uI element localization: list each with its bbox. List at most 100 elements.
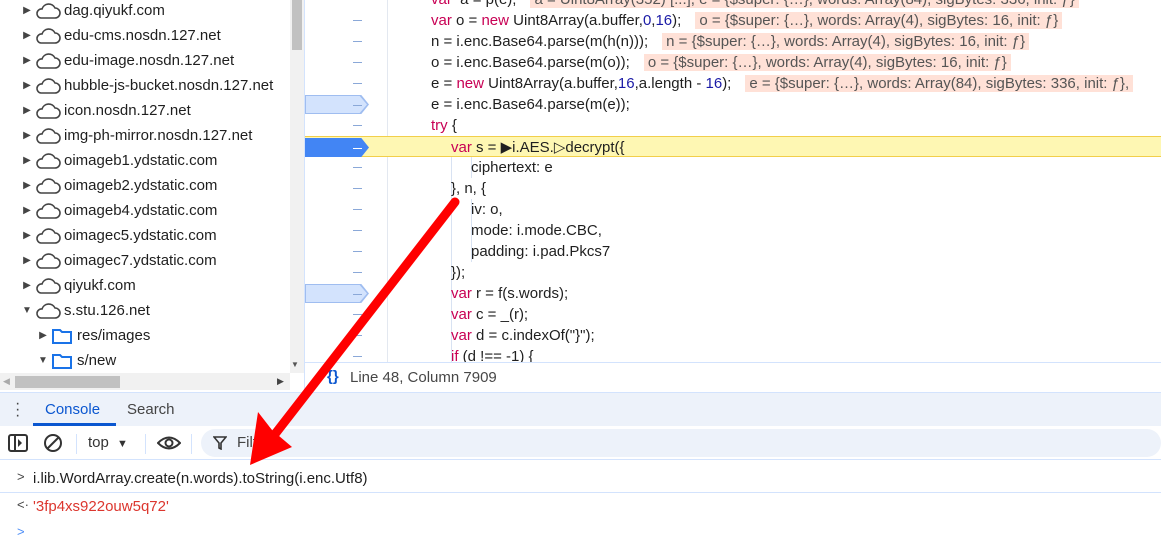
context-selector[interactable]: top ▼ — [88, 434, 128, 451]
line-marker — [353, 20, 362, 21]
cloud-icon — [35, 52, 61, 70]
console-toolbar: top ▼ Filter — [0, 426, 1161, 460]
input-prompt-chevron-icon: > — [17, 469, 25, 484]
code-line[interactable]: var o = new Uint8Array(a.buffer,0,16); o … — [305, 10, 1161, 31]
console-input-entry: > i.lib.WordArray.create(n.words).toStri… — [0, 467, 1161, 493]
line-marker — [353, 294, 362, 295]
collapsed-arrow-icon[interactable]: ▶ — [21, 205, 33, 216]
tab-console[interactable]: Console — [45, 401, 100, 418]
tree-item[interactable]: ▶ img-ph-mirror.nosdn.127.net — [21, 123, 252, 148]
console-filter-input[interactable]: Filter — [201, 429, 1161, 457]
code-text: var s = ▶i.AES.▷decrypt({ — [451, 137, 625, 158]
toolbar-divider — [76, 434, 77, 454]
code-token: 16 — [655, 12, 673, 29]
code-line[interactable]: }, n, { — [305, 178, 1161, 199]
code-text: iv: o, — [471, 199, 503, 220]
code-line[interactable]: }); — [305, 262, 1161, 283]
tree-item[interactable]: ▶ oimageb1.ydstatic.com — [21, 148, 217, 173]
cloud-icon — [35, 27, 61, 45]
expanded-arrow-icon[interactable]: ▼ — [21, 305, 33, 316]
code-line[interactable]: var d = c.indexOf("}"); — [305, 325, 1161, 346]
tree-item-label: res/images — [77, 327, 151, 344]
code-editor[interactable]: var a = p(e); a = Uint8Array(352) [...], … — [305, 0, 1161, 362]
sidebar-toggle-icon[interactable] — [8, 434, 28, 452]
tree-item[interactable]: ▼ s.stu.126.net — [21, 298, 150, 323]
collapsed-arrow-icon[interactable]: ▶ — [21, 30, 33, 41]
code-token: e = — [431, 75, 457, 92]
tree-item[interactable]: ▶ qiyukf.com — [21, 273, 136, 298]
scroll-right-arrow-icon[interactable]: ▶ — [277, 376, 284, 387]
code-token: }); — [451, 264, 466, 281]
result-arrow-icon: <· — [17, 497, 29, 512]
console-input-text[interactable]: i.lib.WordArray.create(n.words).toString… — [33, 470, 368, 487]
code-line[interactable]: var r = f(s.words); — [305, 283, 1161, 304]
tree-item[interactable]: ▶ dag.qiyukf.com — [21, 0, 165, 23]
line-marker — [353, 251, 362, 252]
clear-console-icon[interactable] — [43, 433, 63, 453]
console-result-value[interactable]: '3fp4xs922ouw5q72' — [33, 498, 169, 515]
current-execution-line[interactable]: var s = ▶i.AES.▷decrypt({ — [305, 136, 1161, 157]
code-token: { — [447, 117, 457, 134]
code-line[interactable]: try { — [305, 115, 1161, 136]
tree-item[interactable]: ▶ hubble-js-bucket.nosdn.127.net — [21, 73, 273, 98]
code-line[interactable]: e = i.enc.Base64.parse(m(e)); — [305, 94, 1161, 115]
code-line[interactable]: padding: i.pad.Pkcs7 — [305, 241, 1161, 262]
tab-search[interactable]: Search — [127, 401, 175, 418]
line-marker — [353, 314, 362, 315]
collapsed-arrow-icon[interactable]: ▶ — [21, 55, 33, 66]
collapsed-arrow-icon[interactable]: ▶ — [21, 80, 33, 91]
code-line[interactable]: n = i.enc.Base64.parse(m(h(n))); n = {$su… — [305, 31, 1161, 52]
code-line[interactable]: var c = _(r); — [305, 304, 1161, 325]
code-text: mode: i.mode.CBC, — [471, 220, 602, 241]
collapsed-arrow-icon[interactable]: ▶ — [21, 130, 33, 141]
expanded-arrow-icon[interactable]: ▼ — [37, 355, 49, 366]
more-options-icon[interactable]: · · · — [15, 396, 21, 424]
line-marker — [353, 230, 362, 231]
collapsed-arrow-icon[interactable]: ▶ — [21, 230, 33, 241]
breakpoint-marker[interactable] — [305, 284, 369, 303]
code-text: e = i.enc.Base64.parse(m(e)); — [431, 94, 630, 115]
collapsed-arrow-icon[interactable]: ▶ — [37, 330, 49, 341]
tree-item[interactable]: ▶ oimageb2.ydstatic.com — [21, 173, 217, 198]
scroll-left-arrow-icon[interactable]: ◀ — [3, 376, 10, 387]
console-result-entry: <· '3fp4xs922ouw5q72' — [0, 495, 1161, 521]
collapsed-arrow-icon[interactable]: ▶ — [21, 255, 33, 266]
collapsed-arrow-icon[interactable]: ▶ — [21, 5, 33, 16]
toolbar-divider — [191, 434, 192, 454]
scroll-down-arrow-icon[interactable]: ▼ — [291, 360, 299, 369]
tree-item[interactable]: ▶ oimagec7.ydstatic.com — [21, 248, 216, 273]
navigator-vertical-scroll-thumb[interactable] — [292, 0, 302, 50]
collapsed-arrow-icon[interactable]: ▶ — [21, 280, 33, 291]
console-prompt[interactable]: > — [0, 522, 1161, 548]
code-text: }, n, { — [451, 178, 486, 199]
tree-item[interactable]: ▶ edu-image.nosdn.127.net — [21, 48, 234, 73]
code-line[interactable]: if (d !== -1) { — [305, 346, 1161, 362]
tree-item[interactable]: ▶ oimageb4.ydstatic.com — [21, 198, 217, 223]
breakpoint-marker[interactable] — [305, 95, 369, 114]
tree-item[interactable]: ▶ res/images — [37, 323, 150, 348]
collapsed-arrow-icon[interactable]: ▶ — [21, 105, 33, 116]
collapsed-arrow-icon[interactable]: ▶ — [21, 180, 33, 191]
tree-item[interactable]: ▶ oimagec5.ydstatic.com — [21, 223, 216, 248]
collapsed-arrow-icon[interactable]: ▶ — [21, 155, 33, 166]
code-line[interactable]: ciphertext: e — [305, 157, 1161, 178]
tree-item[interactable]: ▶ edu-cms.nosdn.127.net — [21, 23, 221, 48]
code-line[interactable]: e = new Uint8Array(a.buffer,16,a.length … — [305, 73, 1161, 94]
breakpoint-marker[interactable] — [305, 138, 369, 157]
pretty-print-icon[interactable]: {} — [327, 368, 339, 385]
code-token: ,a.length - — [634, 75, 706, 92]
code-token: iv: o, — [471, 201, 503, 218]
tree-item[interactable]: ▶ icon.nosdn.127.net — [21, 98, 191, 123]
code-text: var r = f(s.words); — [451, 283, 568, 304]
cloud-icon — [35, 227, 61, 245]
code-line[interactable]: mode: i.mode.CBC, — [305, 220, 1161, 241]
code-line[interactable]: o = i.enc.Base64.parse(m(o)); o = {$super… — [305, 52, 1161, 73]
navigator-vertical-scrollbar[interactable] — [290, 0, 304, 373]
live-expression-eye-icon[interactable] — [157, 435, 181, 451]
code-line[interactable]: iv: o, — [305, 199, 1161, 220]
file-navigator: ▶ dag.qiyukf.com ▶ edu-cms.nosdn.127.net ▶ ed… — [0, 0, 305, 392]
navigator-horizontal-scroll-thumb[interactable] — [15, 376, 120, 388]
tree-item[interactable]: ▼ s/new — [37, 348, 116, 373]
cloud-icon — [35, 77, 61, 95]
code-line[interactable]: var a = p(e); a = Uint8Array(352) [...], … — [305, 0, 1161, 10]
